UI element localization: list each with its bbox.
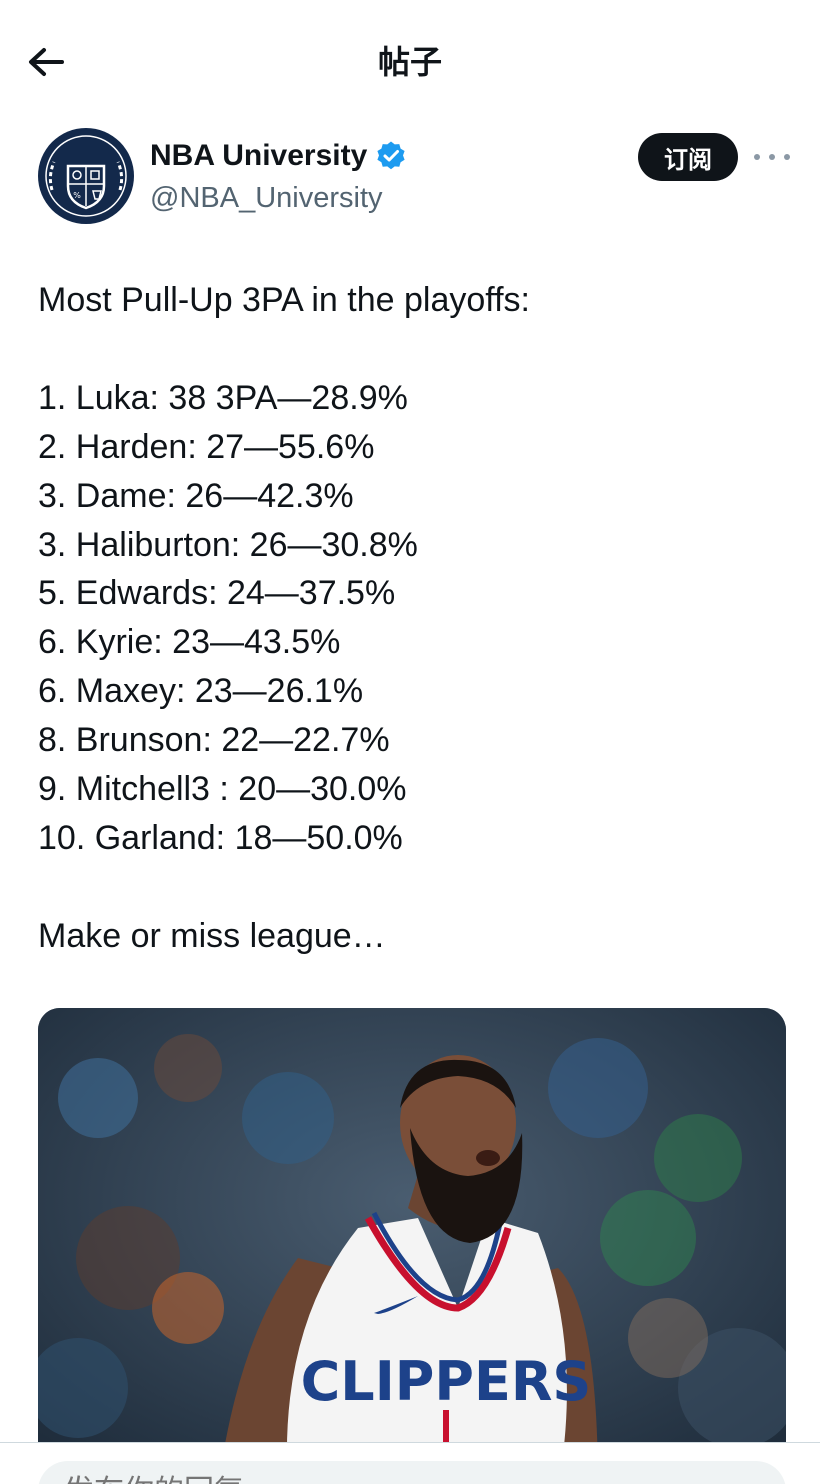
player-photo: CLIPPERS [38,1008,786,1484]
page-title: 帖子 [377,43,442,81]
line-break [38,325,790,374]
tweet-text: Most Pull-Up 3PA in the playoffs: 1. Luk… [38,276,790,961]
more-options-button[interactable] [754,144,790,170]
ranking-item: 3. Haliburton: 26—30.8% [38,525,418,564]
tweet-closing: Make or miss league… [38,916,386,955]
more-dots-icon [784,154,790,160]
author-header: % NBA University @NBA_University 订阅 [38,128,790,228]
jersey-text: CLIPPERS [301,1350,592,1413]
name-row: NBA University [150,138,407,174]
ranking-item: 5. Edwards: 24—37.5% [38,574,396,613]
ranking-item: 2. Harden: 27—55.6% [38,427,375,466]
ranking-item: 3. Dame: 26—42.3% [38,476,354,515]
nbau-crest-logo: % [40,130,132,222]
ranking-item: 8. Brunson: 22—22.7% [38,721,390,760]
reply-bar [0,1442,820,1484]
tweet-photo[interactable]: CLIPPERS [38,1008,786,1484]
top-bar: 帖子 [0,0,820,122]
display-name[interactable]: NBA University [150,138,367,174]
subscribe-button[interactable]: 订阅 [638,133,738,181]
line-break [38,863,790,912]
reply-input[interactable] [38,1461,786,1484]
tweet-heading: Most Pull-Up 3PA in the playoffs: [38,281,530,319]
ranking-item: 1. Luka: 38 3PA—28.9% [38,378,408,417]
user-handle[interactable]: @NBA_University [150,180,383,216]
svg-text:%: % [73,191,81,200]
more-dots-icon [754,154,760,160]
ranking-item: 10. Garland: 18—50.0% [38,818,403,857]
ranking-item: 6. Kyrie: 23—43.5% [38,623,341,662]
ranking-item: 9. Mitchell3 : 20—30.0% [38,770,407,809]
verified-badge-icon [377,141,405,170]
more-dots-icon [769,154,775,160]
ranking-item: 6. Maxey: 23—26.1% [38,672,364,711]
avatar[interactable]: % [38,128,134,224]
